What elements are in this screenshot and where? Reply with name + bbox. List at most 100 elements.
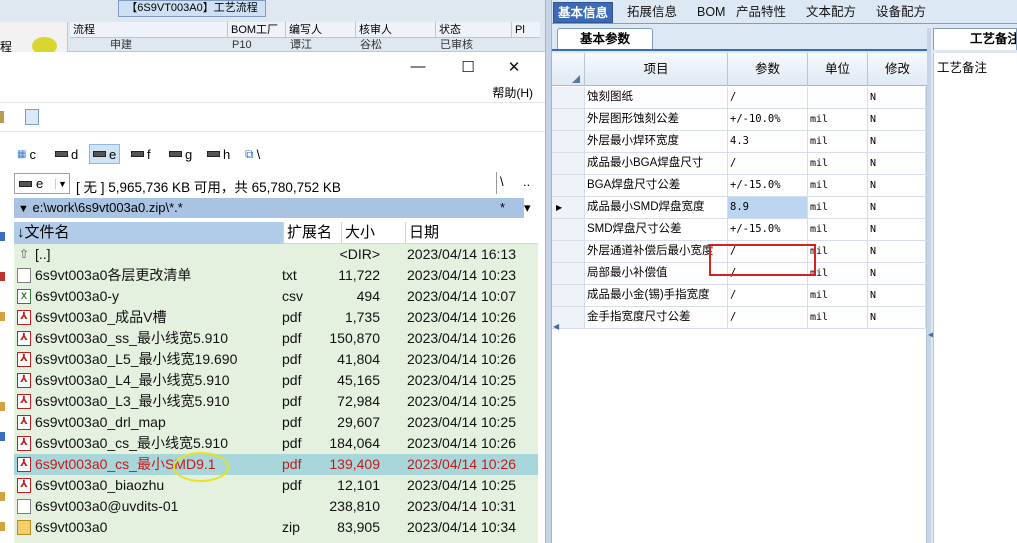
file-row-selected[interactable]: ⅄ 6s9vt003a0_cs_最小SMD9.1 pdf 139,409 2023/04… xyxy=(14,454,538,475)
current-path[interactable]: ▼ e:\work\6s9vt003a0.zip\*.* xyxy=(14,198,524,218)
cell-unit[interactable]: mil xyxy=(808,131,868,152)
cell-item[interactable]: SMD焊盘尺寸公差 xyxy=(585,219,728,240)
file-row[interactable]: ⅄ 6s9vt003a0_L3_最小线宽5.910 pdf 72,984 2023/04… xyxy=(14,391,538,412)
column-header-modify[interactable]: 修改 xyxy=(868,53,927,86)
cell-unit[interactable]: mil xyxy=(808,175,868,196)
grid-row[interactable]: 外层图形蚀刻公差 +/-10.0% mil N xyxy=(552,109,927,131)
grid-row[interactable]: 金手指宽度尺寸公差 / mil N xyxy=(552,307,927,329)
cell-item[interactable]: 局部最小补偿值 xyxy=(585,263,728,284)
cell-param[interactable]: +/-15.0% xyxy=(728,175,808,196)
file-row[interactable]: ⅄ 6s9vt003a0_drl_map pdf 29,607 2023/04/14 1… xyxy=(14,412,538,433)
process-notes-panel[interactable]: 工艺备注 xyxy=(933,53,1017,543)
tab-bom[interactable]: BOM xyxy=(693,2,729,23)
history-dropdown-button[interactable]: ▾ xyxy=(524,200,531,216)
grid-row[interactable]: 蚀刻图纸 / N xyxy=(552,87,927,109)
cell-item[interactable]: 成品最小SMD焊盘宽度 xyxy=(585,197,728,218)
row-header[interactable] xyxy=(552,241,585,262)
cell-item[interactable]: 金手指宽度尺寸公差 xyxy=(585,307,728,328)
cell-item[interactable]: 成品最小金(锡)手指宽度 xyxy=(585,285,728,306)
tab-extended-info[interactable]: 拓展信息 xyxy=(623,2,681,23)
cell-item[interactable]: 成品最小BGA焊盘尺寸 xyxy=(585,153,728,174)
params-grid[interactable]: 项目 参数 单位 修改 蚀刻图纸 / N 外层图形蚀刻公差 +/-10.0% mil N 外层… xyxy=(552,53,927,543)
cell-modify[interactable]: N xyxy=(868,285,926,306)
cell-unit[interactable]: mil xyxy=(808,263,868,284)
tab-text-recipe[interactable]: 文本配方 xyxy=(802,2,860,23)
drive-c-button[interactable]: ▦ c xyxy=(14,144,39,164)
file-row[interactable]: ⅄ 6s9vt003a0_L4_最小线宽5.910 pdf 45,165 2023/04… xyxy=(14,370,538,391)
file-row[interactable]: ⅄ 6s9vt003a0_cs_最小线宽5.910 pdf 184,064 2023/0… xyxy=(14,433,538,454)
cell-modify[interactable]: N xyxy=(868,175,926,196)
cell-unit[interactable]: mil xyxy=(808,285,868,306)
cell-item[interactable]: BGA焊盘尺寸公差 xyxy=(585,175,728,196)
drive-g-button[interactable]: g xyxy=(166,144,195,164)
file-row[interactable]: 6s9vt003a0 zip 83,905 2023/04/14 10:34 xyxy=(14,517,538,538)
column-header-item[interactable]: 项目 xyxy=(585,53,728,86)
filter-button[interactable]: * xyxy=(500,200,505,215)
tab-process-notes[interactable]: 工艺备注 xyxy=(933,28,1017,50)
cell-item[interactable]: 外层通道补偿后最小宽度 xyxy=(585,241,728,262)
cell-modify[interactable]: N xyxy=(868,197,926,218)
cell-param[interactable]: 4.3 xyxy=(728,131,808,152)
drive-select[interactable]: e ▼ xyxy=(14,173,70,194)
cell-modify[interactable]: N xyxy=(868,109,926,130)
grid-row[interactable]: SMD焊盘尺寸公差 +/-15.0% mil N xyxy=(552,219,927,241)
subtab-basic-params[interactable]: 基本参数 xyxy=(557,28,653,50)
cell-unit[interactable]: mil xyxy=(808,197,868,218)
network-drive-button[interactable]: ⧉ \ xyxy=(242,144,263,164)
file-list[interactable]: ↓文件名 扩展名 大小 日期 ⇧ [..] <DIR> 2023/04/14 16:1… xyxy=(14,222,538,543)
grid-row[interactable]: 外层最小焊环宽度 4.3 mil N xyxy=(552,131,927,153)
cell-modify[interactable]: N xyxy=(868,131,926,152)
menu-help[interactable]: 帮助(H) xyxy=(492,84,533,101)
cell-modify[interactable]: N xyxy=(868,87,926,108)
cell-param[interactable]: / xyxy=(728,285,808,306)
maximize-button[interactable]: ☐ xyxy=(458,58,478,76)
splitter[interactable] xyxy=(927,28,931,543)
grid-row[interactable]: 成品最小金(锡)手指宽度 / mil N xyxy=(552,285,927,307)
window-divider[interactable] xyxy=(545,0,552,543)
row-header[interactable] xyxy=(552,219,585,240)
column-header-param[interactable]: 参数 xyxy=(728,53,808,86)
file-row[interactable]: 6s9vt003a0@uvdits-01 238,810 2023/04/14 10… xyxy=(14,496,538,517)
cell-modify[interactable]: N xyxy=(868,307,926,328)
close-button[interactable]: ✕ xyxy=(504,58,524,76)
root-dir-button[interactable]: \ xyxy=(500,174,504,189)
column-header-date[interactable]: 日期 xyxy=(406,222,538,244)
drive-f-button[interactable]: f xyxy=(128,144,154,164)
parent-dir-button[interactable]: .. xyxy=(523,174,530,189)
row-header[interactable] xyxy=(552,87,585,108)
column-header-unit[interactable]: 单位 xyxy=(808,53,868,86)
column-header-name[interactable]: ↓文件名 xyxy=(14,222,284,244)
cell-modify[interactable]: N xyxy=(868,241,926,262)
toolbar-edge-icon[interactable] xyxy=(0,111,4,123)
row-header[interactable] xyxy=(552,175,585,196)
notepad-icon[interactable] xyxy=(25,109,39,125)
minimize-button[interactable]: — xyxy=(408,58,428,75)
grid-row[interactable]: 成品最小BGA焊盘尺寸 / mil N xyxy=(552,153,927,175)
cell-param[interactable]: / xyxy=(728,153,808,174)
row-header[interactable] xyxy=(552,285,585,306)
cell-param[interactable]: +/-10.0% xyxy=(728,109,808,130)
cell-param[interactable]: 8.9 xyxy=(728,197,808,218)
file-row[interactable]: ⅄ 6s9vt003a0_ss_最小线宽5.910 pdf 150,870 2023/0… xyxy=(14,328,538,349)
cell-unit[interactable]: mil xyxy=(808,219,868,240)
grid-row-current[interactable]: 成品最小SMD焊盘宽度 8.9 mil N xyxy=(552,197,927,219)
cell-param[interactable]: +/-15.0% xyxy=(728,219,808,240)
tab-equipment-recipe[interactable]: 设备配方 xyxy=(872,2,930,23)
cell-item[interactable]: 外层图形蚀刻公差 xyxy=(585,109,728,130)
cell-modify[interactable]: N xyxy=(868,153,926,174)
row-header[interactable] xyxy=(552,153,585,174)
cell-param[interactable]: / xyxy=(728,307,808,328)
file-row[interactable]: ⅄ 6s9vt003a0_成品V槽 pdf 1,735 2023/04/14 10:26 xyxy=(14,307,538,328)
cell-unit[interactable]: mil xyxy=(808,241,868,262)
cell-unit[interactable]: mil xyxy=(808,153,868,174)
cell-param[interactable]: / xyxy=(728,87,808,108)
drive-e-button[interactable]: e xyxy=(89,144,121,164)
file-row[interactable]: ⅄ 6s9vt003a0_biaozhu pdf 12,101 2023/04/14 1… xyxy=(14,475,538,496)
file-row[interactable]: 6s9vt003a0各层更改清单 txt 11,722 2023/04/14 10:2… xyxy=(14,265,538,286)
tab-basic-info[interactable]: 基本信息 xyxy=(553,2,614,23)
cell-unit[interactable]: mil xyxy=(808,307,868,328)
tab-product-features[interactable]: 产品特性 xyxy=(732,2,790,23)
row-header[interactable] xyxy=(552,131,585,152)
column-header-ext[interactable]: 扩展名 xyxy=(284,222,342,244)
column-header-size[interactable]: 大小 xyxy=(342,222,406,244)
